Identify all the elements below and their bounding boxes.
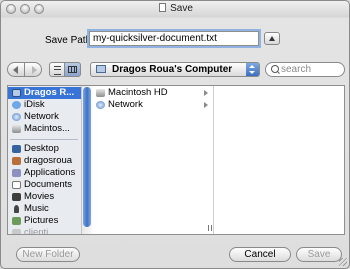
sidebar-item-label: clienti <box>24 227 49 234</box>
sidebar-item-label: Network <box>24 111 59 122</box>
search-field[interactable] <box>265 62 345 77</box>
sidebar-item-label: Movies <box>24 191 55 202</box>
forward-button[interactable] <box>24 62 42 77</box>
applications-icon <box>12 169 21 177</box>
sidebar-item-clienti[interactable]: clienti <box>8 227 81 234</box>
column-resize-handle[interactable] <box>208 225 212 231</box>
search-input[interactable] <box>281 64 341 75</box>
back-button[interactable] <box>7 62 25 77</box>
pictures-icon <box>12 217 21 225</box>
new-folder-button[interactable]: New Folder <box>16 247 80 262</box>
browser-toolbar: Dragos Roua's Computer <box>1 62 349 80</box>
scroll-thumb[interactable] <box>83 87 91 227</box>
computer-icon <box>12 89 21 97</box>
popup-arrows-icon <box>246 63 259 76</box>
browser-column-1: Macintosh HD Network <box>92 86 214 234</box>
sidebar-item-desktop[interactable]: Desktop <box>8 143 81 155</box>
column-item-label: Network <box>108 99 143 110</box>
documents-icon <box>12 181 21 189</box>
window-title: Save <box>1 3 349 14</box>
sidebar-item-computer[interactable]: Dragos R... <box>8 87 81 99</box>
triangle-up-icon <box>269 36 275 41</box>
sidebar-item-label: iDisk <box>24 99 45 110</box>
sidebar-item-applications[interactable]: Applications <box>8 167 81 179</box>
save-path-label: Save Path: <box>45 35 94 46</box>
save-dialog: Save Save Path: Dragos Roua's Computer D… <box>0 0 350 269</box>
sidebar-item-label: dragosroua <box>24 155 73 166</box>
sidebar-item-network[interactable]: Network <box>8 111 81 123</box>
folder-icon <box>12 229 21 234</box>
sidebar-item-label: Macintos... <box>24 123 70 134</box>
location-popup[interactable]: Dragos Roua's Computer <box>90 62 260 77</box>
sidebar-item-music[interactable]: Music <box>8 203 81 215</box>
sidebar-item-movies[interactable]: Movies <box>8 191 81 203</box>
list-view-button[interactable] <box>49 62 65 77</box>
document-icon <box>159 3 167 12</box>
sidebar-item-label: Dragos R... <box>24 87 75 98</box>
sidebar-item-label: Pictures <box>24 215 59 226</box>
sidebar-item-pictures[interactable]: Pictures <box>8 215 81 227</box>
save-button[interactable]: Save <box>296 247 342 262</box>
sidebar-item-label: Music <box>24 203 49 214</box>
chevron-right-icon <box>204 90 208 96</box>
sidebar-item-idisk[interactable]: iDisk <box>8 99 81 111</box>
column-view-icon <box>68 66 77 73</box>
sidebar-scrollbar[interactable] <box>81 86 92 234</box>
column-view-button[interactable] <box>64 62 81 77</box>
search-icon <box>271 65 279 73</box>
sidebar-item-label: Applications <box>24 167 76 178</box>
title-bar[interactable]: Save <box>1 1 349 18</box>
browser-column-2 <box>214 86 344 234</box>
file-browser: Dragos R... iDisk Network Macintos... De… <box>7 85 345 235</box>
idisk-icon <box>12 101 21 109</box>
network-icon <box>96 101 105 109</box>
window-title-text: Save <box>170 3 193 14</box>
sidebar-item-documents[interactable]: Documents <box>8 179 81 191</box>
sidebar-divider <box>10 139 78 140</box>
desktop-icon <box>12 145 21 153</box>
sidebar-item-home[interactable]: dragosroua <box>8 155 81 167</box>
cancel-button[interactable]: Cancel <box>229 247 291 262</box>
column-item-macintosh-hd[interactable]: Macintosh HD <box>92 87 213 99</box>
sidebar-item-label: Documents <box>24 179 73 190</box>
save-path-input[interactable] <box>87 29 261 48</box>
network-icon <box>12 113 21 121</box>
column-item-network[interactable]: Network <box>92 99 213 111</box>
sidebar-item-label: Desktop <box>24 143 59 154</box>
hard-disk-icon <box>96 89 105 97</box>
sidebar: Dragos R... iDisk Network Macintos... De… <box>8 86 81 234</box>
location-label: Dragos Roua's Computer <box>112 64 233 75</box>
list-view-icon <box>54 66 61 75</box>
home-icon <box>12 157 21 165</box>
sidebar-item-macintosh-hd[interactable]: Macintos... <box>8 123 81 135</box>
computer-icon <box>96 65 106 73</box>
collapse-browser-button[interactable] <box>264 32 280 45</box>
hard-disk-icon <box>12 125 21 133</box>
movies-icon <box>12 193 21 201</box>
music-icon <box>14 205 19 213</box>
column-item-label: Macintosh HD <box>108 87 168 98</box>
resize-grip-icon[interactable] <box>339 258 347 266</box>
chevron-right-icon <box>204 102 208 108</box>
